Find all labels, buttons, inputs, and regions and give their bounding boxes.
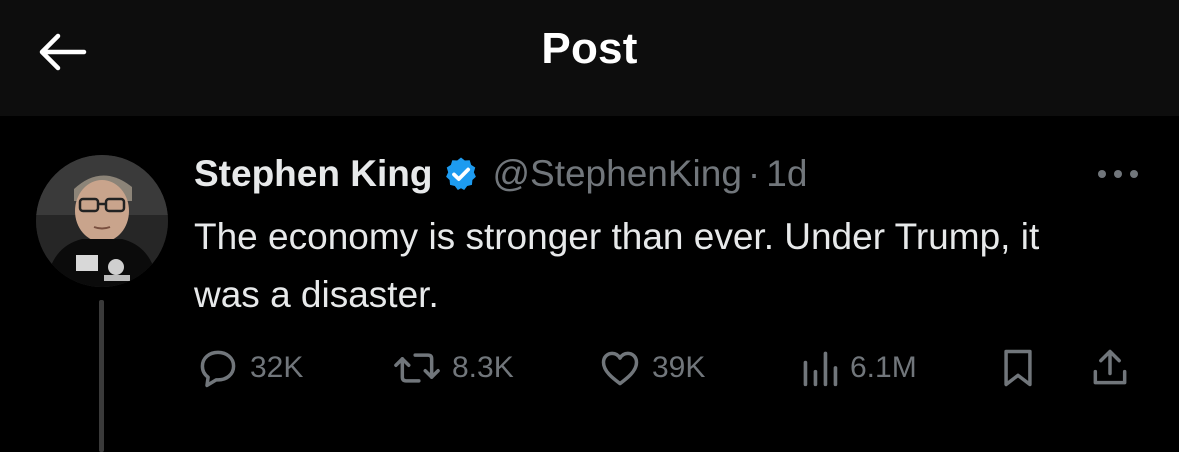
views-button[interactable]: 6.1M — [800, 340, 917, 396]
author-handle[interactable]: @StephenKing — [492, 153, 741, 195]
post-header: Stephen King @StephenKing · 1d — [194, 148, 807, 200]
top-bar: Post — [0, 0, 1179, 116]
like-count: 39K — [652, 351, 706, 384]
separator-dot: · — [747, 153, 761, 194]
repost-count: 8.3K — [452, 351, 514, 384]
bookmark-button[interactable] — [998, 340, 1038, 396]
like-button[interactable]: 39K — [598, 340, 705, 396]
post-actions-bar: 32K 8.3K 39K 6.1M — [0, 340, 1179, 396]
views-count: 6.1M — [850, 351, 917, 384]
repost-button[interactable]: 8.3K — [392, 340, 514, 396]
avatar[interactable] — [36, 155, 168, 287]
more-options-button[interactable] — [1090, 152, 1146, 196]
page-title: Post — [541, 24, 638, 73]
post-text: The economy is stronger than ever. Under… — [194, 216, 1040, 315]
repost-icon — [392, 346, 442, 390]
more-horizontal-icon — [1096, 168, 1140, 180]
heart-icon — [598, 346, 642, 390]
bookmark-icon — [998, 346, 1038, 390]
post-timestamp[interactable]: 1d — [766, 153, 807, 195]
reply-button[interactable]: 32K — [196, 340, 303, 396]
views-bar-chart-icon — [800, 346, 840, 390]
reply-icon — [196, 346, 240, 390]
share-button[interactable] — [1088, 340, 1132, 396]
author-name[interactable]: Stephen King — [194, 153, 432, 195]
verified-badge-icon — [442, 155, 480, 193]
share-icon — [1088, 346, 1132, 390]
reply-count: 32K — [250, 351, 304, 384]
